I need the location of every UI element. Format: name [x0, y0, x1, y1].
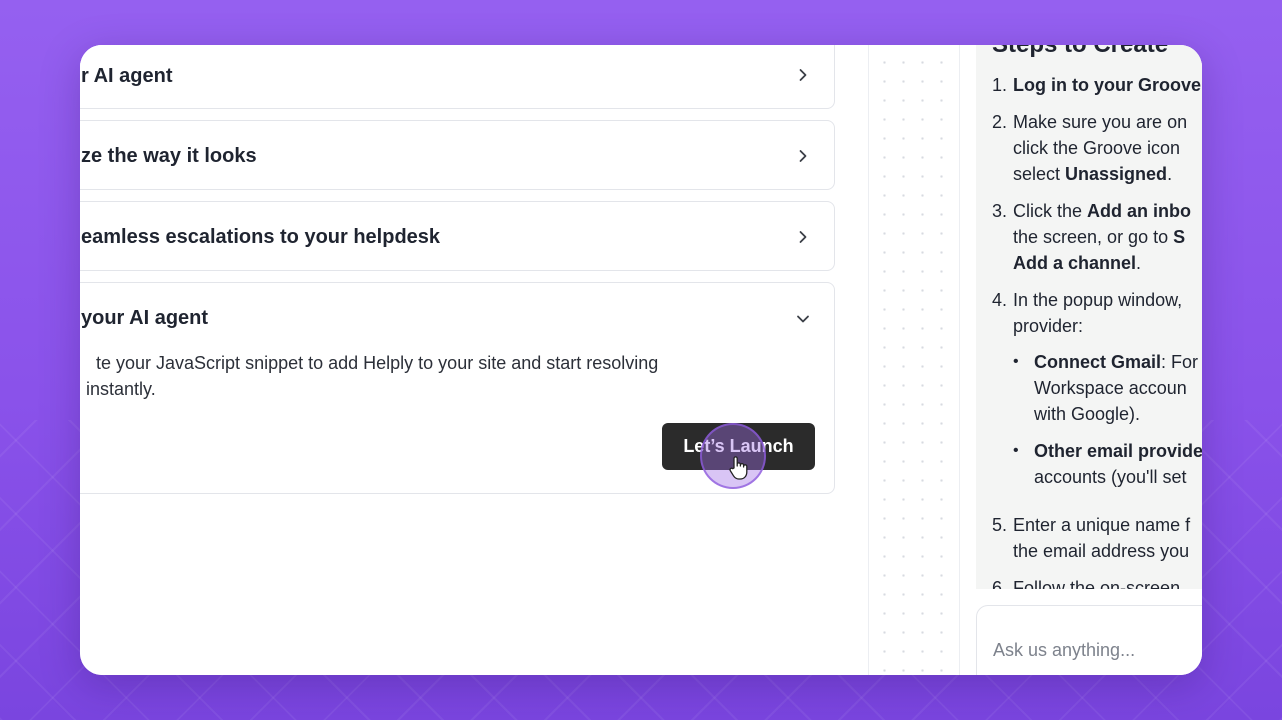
step-text-part: . — [1136, 253, 1142, 273]
step-text: Enter a unique name f the email address y… — [1013, 512, 1202, 564]
sub-item-text: Other email provide accounts (you'll set — [1034, 438, 1202, 490]
step-item: 5. Enter a unique name f the email address… — [992, 512, 1202, 564]
bold-text: Unassigned — [1065, 164, 1168, 184]
step-text-part: accounts (you'll set — [1034, 467, 1187, 487]
app-window: r AI agent ze the way it looks eamless e… — [80, 45, 1202, 675]
step-item: 3. Click the Add an inbo the screen, or go… — [992, 198, 1202, 276]
step-text-part: Workspace accoun — [1034, 378, 1187, 398]
sub-list-item: • Connect Gmail: For Workspace accoun with … — [1013, 349, 1202, 427]
chevron-down-icon[interactable] — [796, 312, 810, 326]
step-text: Make sure you are on click the Groove ico… — [1013, 109, 1202, 187]
step-number: 5. — [992, 515, 1008, 535]
step-item: 2. Make sure you are on click the Groove i… — [992, 109, 1202, 187]
dotted-divider — [868, 45, 960, 675]
step-text-part: . — [1167, 164, 1173, 184]
step-text-part: Make sure you are on — [1013, 112, 1188, 132]
step-text: In the popup window, provider: • Connect Gm… — [1013, 287, 1202, 501]
accordion-item-title: eamless escalations to your helpdesk — [81, 226, 441, 248]
help-article[interactable]: Steps to Create 1.Log in to your Groove2… — [976, 45, 1202, 589]
accordion-item-escalations[interactable]: eamless escalations to your helpdesk — [80, 201, 835, 271]
step-text-part: : For — [1161, 352, 1199, 372]
step-text-part: click the Groove icon — [1013, 138, 1181, 158]
accordion-item-title: ze the way it looks — [81, 145, 257, 167]
bold-text: Add an inbo — [1087, 201, 1192, 221]
description-line: instantly. — [81, 379, 156, 399]
step-text-part: In the popup window, — [1013, 290, 1183, 310]
chevron-right-icon[interactable] — [796, 149, 810, 163]
bold-text: Other email provide — [1034, 441, 1202, 461]
bold-text: Log in to your Groove — [1013, 75, 1201, 95]
bold-text: Connect Gmail — [1034, 352, 1162, 372]
step-text: Follow the on-screen — [1013, 575, 1202, 589]
onboarding-panel: r AI agent ze the way it looks eamless e… — [80, 45, 868, 675]
sub-item-text: Connect Gmail: For Workspace accoun with G… — [1034, 349, 1198, 427]
accordion-item-title[interactable]: your AI agent — [81, 307, 208, 330]
step-text-part: provider: — [1013, 316, 1084, 336]
step-text-part: the screen, or go to — [1013, 227, 1174, 247]
step-item: 1. Log in to your Groove — [992, 72, 1202, 98]
bullet-icon: • — [1013, 353, 1019, 370]
step-number: 2. — [992, 112, 1008, 132]
step-text-part: the email address you — [1013, 541, 1190, 561]
step-text-part: select — [1013, 164, 1066, 184]
step-text: Log in to your Groove — [1013, 72, 1202, 98]
accordion-item-description: te your JavaScript snippet to add Helply… — [80, 350, 701, 402]
step-number: 6. — [992, 578, 1008, 589]
step-item: 4. In the popup window, provider: • Connect … — [992, 287, 1202, 501]
help-panel: Steps to Create 1.Log in to your Groove2… — [960, 45, 1202, 675]
step-text-part: Enter a unique name f — [1013, 515, 1191, 535]
sub-list: • Connect Gmail: For Workspace accoun with … — [1013, 349, 1202, 490]
bold-text: S — [1173, 227, 1186, 247]
sub-list-item: • Other email provide accounts (you'll set — [1013, 438, 1202, 490]
ask-us-input[interactable] — [976, 605, 1202, 675]
accordion-item-customize[interactable]: ze the way it looks — [80, 120, 835, 190]
hand-pointer-icon — [729, 456, 748, 480]
bullet-icon: • — [1013, 442, 1019, 459]
step-text-part: Click the — [1013, 201, 1088, 221]
step-item: 6. Follow the on-screen — [992, 575, 1202, 589]
step-text-part: with Google). — [1034, 404, 1141, 424]
article-heading: Steps to Create — [992, 45, 1168, 59]
step-text: Click the Add an inbo the screen, or go t… — [1013, 198, 1202, 276]
accordion-item-title: r AI agent — [81, 65, 173, 87]
description-line: te your JavaScript snippet to add Helply… — [96, 353, 659, 373]
bold-text: Add a channel — [1013, 253, 1137, 273]
step-number: 3. — [992, 201, 1008, 221]
chevron-right-icon[interactable] — [796, 68, 810, 82]
step-number: 1. — [992, 75, 1008, 95]
chevron-right-icon[interactable] — [796, 230, 810, 244]
step-number: 4. — [992, 290, 1008, 310]
step-text-part: Follow the on-screen — [1013, 578, 1181, 589]
accordion-item-setup-agent[interactable]: r AI agent — [80, 45, 835, 109]
steps-list: 1. Log in to your Groove 2. Make sure you a… — [992, 72, 1202, 589]
